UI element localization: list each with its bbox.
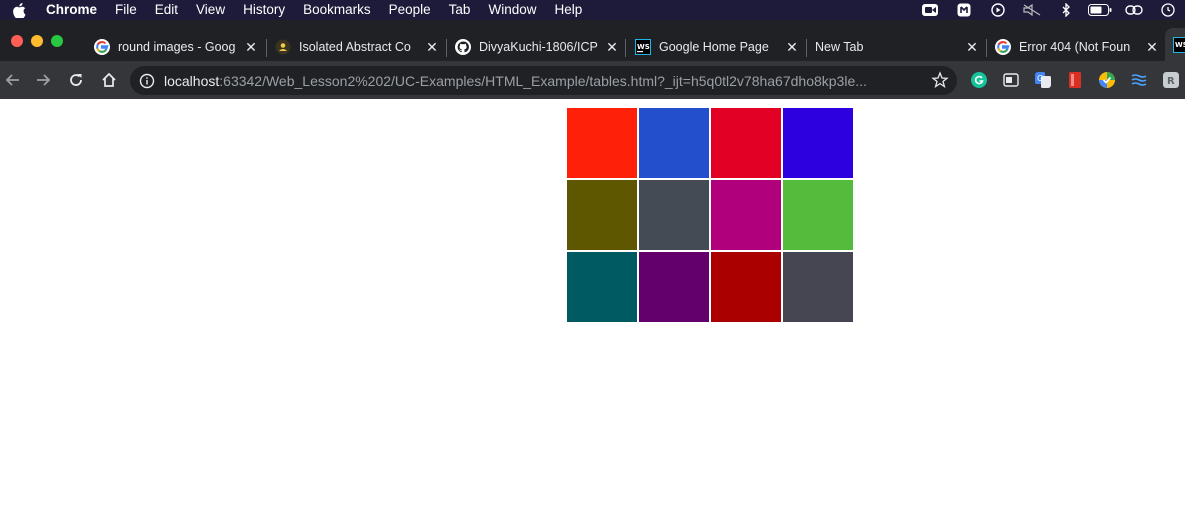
webstorm-icon: WS: [635, 39, 651, 55]
maximize-window-button[interactable]: [51, 35, 63, 47]
tab-title: round images - Goog: [118, 40, 236, 54]
color-cell: [639, 108, 709, 178]
svg-text:WS: WS: [637, 43, 650, 51]
bluetooth-icon[interactable]: [1049, 0, 1083, 20]
tab-github-repo[interactable]: DivyaKuchi-1806/ICP ✕: [455, 33, 620, 61]
time-machine-icon[interactable]: [1151, 0, 1185, 20]
address-bar[interactable]: localhost:63342/Web_Lesson2%202/UC-Examp…: [130, 66, 957, 95]
tab-close-icon[interactable]: ✕: [1144, 39, 1160, 56]
tab-isolated-abstract[interactable]: Isolated Abstract Co ✕: [275, 33, 440, 61]
tab-new-tab[interactable]: New Tab ✕: [815, 33, 980, 61]
waves-extension-icon[interactable]: [1131, 72, 1147, 88]
tab-divider: [806, 39, 807, 57]
tab-close-icon[interactable]: ✕: [424, 39, 440, 56]
battery-icon[interactable]: [1083, 0, 1117, 20]
menu-app-name[interactable]: Chrome: [38, 0, 106, 20]
tab-manager-icon[interactable]: [1003, 72, 1019, 88]
tab-close-icon[interactable]: ✕: [784, 39, 800, 56]
url-path: :63342/Web_Lesson2%202/UC-Examples/HTML_…: [219, 72, 867, 89]
minimize-window-button[interactable]: [31, 35, 43, 47]
color-cell: [567, 108, 637, 178]
profile-extension-icon[interactable]: R: [1163, 72, 1179, 88]
google-icon: [94, 39, 110, 55]
site-info-icon[interactable]: [130, 73, 164, 89]
shutterstock-icon: [275, 39, 291, 55]
grammarly-icon[interactable]: [971, 72, 987, 88]
status-icons: [913, 0, 1185, 20]
tab-strip: round images - Goog ✕ Isolated Abstract …: [0, 20, 1185, 61]
link-icon[interactable]: [1117, 0, 1151, 20]
tab-google-home-page[interactable]: WS Google Home Page ✕: [635, 33, 800, 61]
tab-close-icon[interactable]: ✕: [604, 39, 620, 56]
tab-divider: [986, 39, 987, 57]
macos-menu-bar: Chrome File Edit View History Bookmarks …: [0, 0, 1185, 20]
svg-text:R: R: [1167, 76, 1175, 87]
close-window-button[interactable]: [11, 35, 23, 47]
menu-history[interactable]: History: [234, 0, 294, 20]
url-host: localhost: [164, 72, 220, 89]
table-row: [567, 252, 853, 322]
home-button[interactable]: [96, 67, 122, 93]
checker-extension-icon[interactable]: [1099, 72, 1115, 88]
color-cell: [783, 180, 853, 250]
color-cell: [567, 180, 637, 250]
color-cell: [783, 252, 853, 322]
tab-divider: [266, 39, 267, 57]
color-cell: [783, 108, 853, 178]
tab-error-404[interactable]: Error 404 (Not Foun ✕: [995, 33, 1160, 61]
svg-text:WS: WS: [1175, 41, 1185, 49]
zoom-icon[interactable]: [913, 0, 947, 20]
color-cell: [711, 108, 781, 178]
table-row: [567, 180, 853, 250]
color-cell: [567, 252, 637, 322]
tab-title: New Tab: [815, 40, 864, 54]
color-cell: [711, 180, 781, 250]
menu-tab[interactable]: Tab: [440, 0, 480, 20]
menu-people[interactable]: People: [380, 0, 440, 20]
browser-toolbar: localhost:63342/Web_Lesson2%202/UC-Examp…: [0, 61, 1185, 99]
apple-menu-icon[interactable]: [0, 2, 38, 18]
tab-title: Google Home Page: [659, 40, 769, 54]
bookmark-star-icon[interactable]: [931, 71, 949, 89]
color-grid-table: [565, 106, 855, 324]
table-row: [567, 108, 853, 178]
tab-round-images[interactable]: round images - Goog ✕: [94, 33, 259, 61]
tab-title: Isolated Abstract Co: [299, 40, 411, 54]
color-cell: [639, 180, 709, 250]
display-muted-icon[interactable]: [1015, 0, 1049, 20]
menu-help[interactable]: Help: [545, 0, 591, 20]
google-translate-icon[interactable]: G: [1035, 72, 1051, 88]
menu-window[interactable]: Window: [479, 0, 545, 20]
svg-text:G: G: [1037, 74, 1043, 83]
menu-view[interactable]: View: [187, 0, 234, 20]
google-icon: [995, 39, 1011, 55]
color-cell: [711, 252, 781, 322]
active-tab[interactable]: WS: [1165, 28, 1185, 61]
color-cell: [639, 252, 709, 322]
tab-close-icon[interactable]: ✕: [964, 39, 980, 56]
tab-close-icon[interactable]: ✕: [243, 39, 259, 56]
play-icon[interactable]: [981, 0, 1015, 20]
tab-title: DivyaKuchi-1806/ICP: [479, 40, 598, 54]
back-button[interactable]: [0, 67, 26, 93]
tab-divider: [446, 39, 447, 57]
tab-title: Error 404 (Not Foun: [1019, 40, 1131, 54]
webstorm-icon: WS: [1173, 37, 1185, 53]
clipboard-app-icon[interactable]: [947, 0, 981, 20]
url-text: localhost:63342/Web_Lesson2%202/UC-Examp…: [164, 73, 924, 89]
bookmark-extension-icon[interactable]: [1067, 72, 1083, 88]
tab-divider: [625, 39, 626, 57]
page-content: [0, 99, 1185, 521]
forward-button[interactable]: [30, 67, 56, 93]
menu-bookmarks[interactable]: Bookmarks: [294, 0, 380, 20]
menu-edit[interactable]: Edit: [146, 0, 187, 20]
github-icon: [455, 39, 471, 55]
reload-button[interactable]: [63, 67, 89, 93]
menu-file[interactable]: File: [106, 0, 146, 20]
